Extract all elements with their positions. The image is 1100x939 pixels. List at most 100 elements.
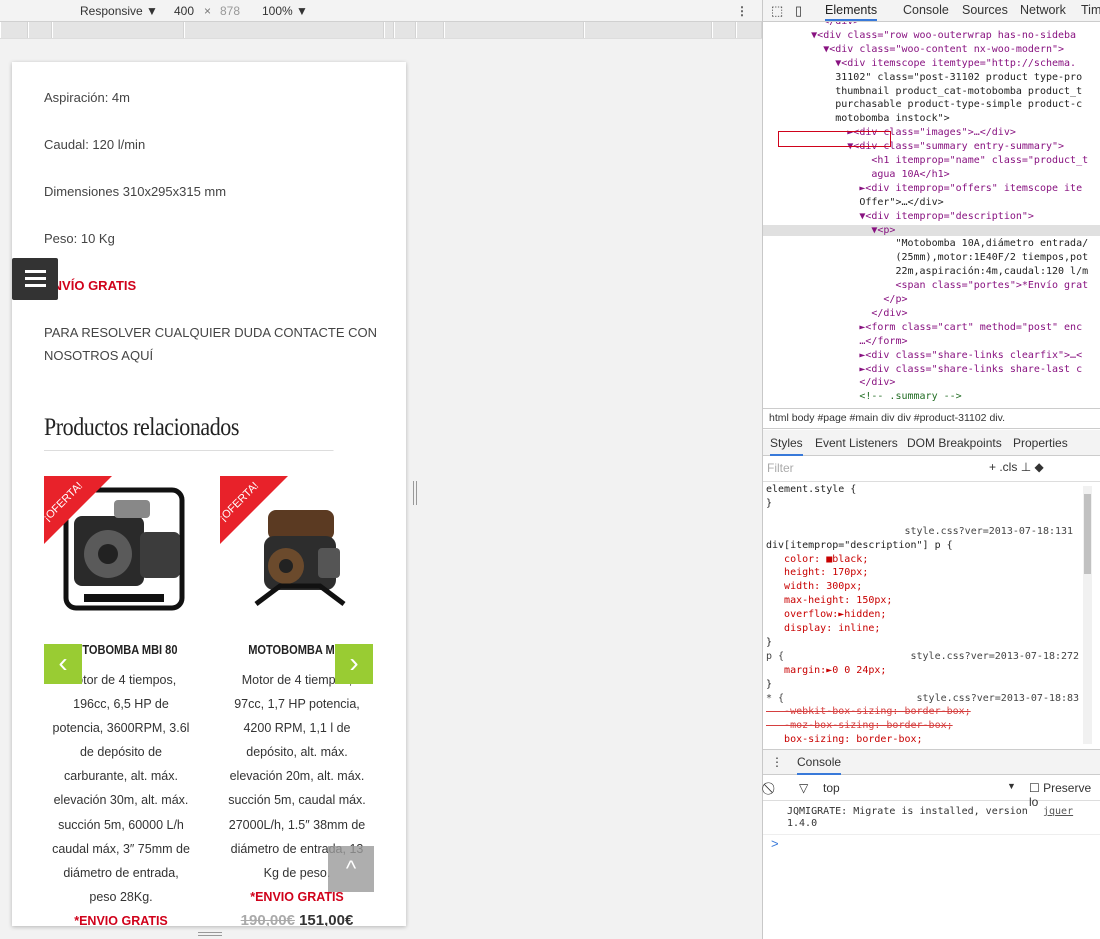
styles-filter[interactable]: Filter + .cls ⊥ ◆ [763, 456, 1100, 482]
drawer-menu-icon[interactable]: ⋮ [771, 755, 783, 769]
dom-node-line[interactable]: ▼<div class="woo-content nx-woo-modern"> [763, 44, 1100, 56]
dom-node-line[interactable]: agua 10A</h1> [763, 169, 1100, 181]
new-rule-and-cls[interactable]: + .cls [989, 460, 1017, 474]
dom-node-line[interactable]: </div> [763, 22, 1100, 28]
width-resize-handle[interactable] [413, 481, 417, 505]
css-rule-line[interactable]: -moz-box-sizing: border-box; [766, 720, 1081, 732]
tab-elements[interactable]: Elements [825, 3, 878, 21]
dom-node-line[interactable]: "Motobomba 10A,diámetro entrada/ [763, 238, 1100, 250]
tab-styles[interactable]: Styles [770, 436, 803, 456]
dom-node-line[interactable]: ►<div class="share-links share-last c [763, 364, 1100, 376]
desc-line: peso 28Kg. [89, 889, 153, 904]
dom-node-line[interactable]: …</form> [763, 336, 1100, 348]
css-rule-line[interactable]: display: inline; [766, 623, 1081, 635]
dom-node-line[interactable]: ▼<div class="row woo-outerwrap has-no-si… [763, 30, 1100, 42]
css-rule-line[interactable]: } [766, 637, 1081, 649]
dom-node-line[interactable]: ▼<div itemscope itemtype="http://schema. [763, 58, 1100, 70]
style-tools[interactable]: + .cls ⊥ ◆ [989, 460, 1044, 474]
filter-input[interactable]: Filter [767, 461, 794, 475]
offer-ribbon: ¡OFERTA! [220, 476, 288, 544]
css-rule-line[interactable]: -webkit-box-sizing: border-box; [766, 706, 1081, 718]
chevron-up-icon: ^ [345, 856, 357, 881]
zoom-dropdown[interactable]: 100% ▼ [262, 4, 308, 18]
pin-icon[interactable]: ⊥ [1021, 460, 1031, 474]
console-message-source[interactable]: jquer [1043, 806, 1073, 818]
height-input[interactable]: 878 [220, 4, 240, 18]
chevron-left-icon: ‹ [58, 647, 68, 678]
css-rule-line[interactable]: * { style.css?ver=2013-07-18:83 [766, 693, 1081, 705]
dom-node-line[interactable]: Offer">…</div> [763, 197, 1100, 209]
zoom-label: 100% [262, 4, 293, 18]
context-select[interactable]: top [823, 781, 840, 795]
dom-node-line[interactable]: motobomba instock"> [763, 113, 1100, 125]
css-rule-line[interactable]: } [766, 679, 1081, 691]
dom-node-line[interactable]: ►<div itemprop="offers" itemscope ite [763, 183, 1100, 195]
css-rule-line[interactable]: } [766, 498, 1081, 510]
context-dropdown-icon[interactable]: ▼ [1007, 781, 1016, 791]
filter-icon[interactable]: ▽ [799, 781, 808, 795]
css-rule-line[interactable]: max-height: 150px; [766, 595, 1081, 607]
dom-node-line[interactable]: ▼<p> [763, 224, 1100, 237]
spec-caudal: Caudal: 120 l/min [44, 137, 146, 152]
css-rule-line[interactable]: element.style { [766, 484, 1081, 496]
media-query-bar[interactable] [0, 22, 762, 39]
device-toggle-icon[interactable]: ▯ [795, 3, 802, 19]
dom-node-line[interactable]: purchasable product-type-simple product-… [763, 99, 1100, 111]
desc-line: potencia, 3600RPM, 3.6l [52, 721, 190, 736]
dom-node-line[interactable]: thumbnail product_cat-motobomba product_… [763, 86, 1100, 98]
height-resize-handle[interactable] [198, 932, 222, 936]
dom-node-line[interactable]: </div> [763, 308, 1100, 320]
contact-line-2[interactable]: NOSOTROS AQUÍ [44, 344, 153, 368]
dom-node-line[interactable]: <span class="portes">*Envío grat [763, 280, 1100, 292]
dom-node-line[interactable]: ►<form class="cart" method="post" enc [763, 322, 1100, 334]
styles-scrollbar[interactable] [1083, 486, 1092, 744]
carousel-next-button[interactable]: › [335, 644, 373, 684]
styles-pane[interactable]: element.style {} style.css?ver=2013-07-1… [763, 482, 1081, 748]
dom-node-line[interactable]: <!-- .summary --> [763, 391, 1100, 403]
inspect-icon[interactable]: ⬚ [771, 3, 783, 19]
dom-node-line[interactable]: </div> [763, 377, 1100, 389]
tab-timeline[interactable]: Tim [1081, 3, 1100, 17]
tab-console-drawer[interactable]: Console [797, 755, 842, 775]
dom-node-line[interactable]: ►<div class="share-links clearfix">…< [763, 350, 1100, 362]
css-rule-line[interactable]: style.css?ver=2013-07-18:131 [766, 526, 1081, 538]
device-page: Aspiración: 4m Caudal: 120 l/min Dimensi… [12, 62, 406, 926]
device-mode-dropdown[interactable]: Responsive ▼ [80, 4, 158, 18]
tab-network[interactable]: Network [1020, 3, 1066, 17]
console-toolbar: ⃠ ▽ top ▼ ☐ Preserve lo [763, 775, 1100, 809]
console-prompt[interactable]: > [771, 836, 779, 851]
css-rule-line[interactable]: height: 170px; [766, 567, 1081, 579]
css-rule-line[interactable]: box-sizing: border-box; [766, 734, 1081, 746]
desc-line: depósito, alt. máx. [246, 745, 348, 760]
contact-line-1: PARA RESOLVER CUALQUIER DUDA CONTACTE CO… [44, 325, 378, 340]
css-rule-line[interactable]: overflow:►hidden; [766, 609, 1081, 621]
tab-dom-breakpoints[interactable]: DOM Breakpoints [907, 436, 1002, 450]
css-rule-line[interactable]: margin:►0 0 24px; [766, 665, 1081, 677]
menu-button[interactable] [12, 258, 58, 300]
desc-line: de depósito de [79, 745, 162, 760]
carousel-prev-button[interactable]: ‹ [44, 644, 82, 684]
dom-node-line[interactable]: <h1 itemprop="name" class="product_t [763, 155, 1100, 167]
dom-node-line[interactable]: </p> [763, 294, 1100, 306]
css-rule-line[interactable]: width: 300px; [766, 581, 1081, 593]
css-rule-line[interactable]: p { style.css?ver=2013-07-18:272 [766, 651, 1081, 663]
css-rule-line[interactable]: color: ■black; [766, 554, 1081, 566]
breadcrumb[interactable]: html body #page #main div div #product-3… [763, 408, 1100, 429]
dom-node-line[interactable]: ▼<div itemprop="description"> [763, 211, 1100, 223]
color-format-icon[interactable]: ◆ [1034, 460, 1043, 474]
tab-sources[interactable]: Sources [962, 3, 1008, 17]
width-input[interactable]: 400 [174, 4, 194, 18]
tab-event-listeners[interactable]: Event Listeners [815, 436, 898, 450]
desc-line: caudal máx, 3″ 75mm de [52, 841, 190, 856]
desc-line: carburante, alt. máx. [64, 769, 178, 784]
dom-node-line[interactable]: 22m,aspiración:4m,caudal:120 l/m [763, 266, 1100, 278]
dom-node-line[interactable]: (25mm),motor:1E40F/2 tiempos,pot [763, 252, 1100, 264]
css-rule-line[interactable]: div[itemprop="description"] p { [766, 540, 1081, 552]
more-options-icon[interactable]: ⋮ [736, 4, 748, 18]
desc-line: 97cc, 1,7 HP potencia, [234, 697, 360, 712]
scroll-to-top-button[interactable]: ^ [328, 846, 374, 892]
dom-node-line[interactable]: 31102" class="post-31102 product type-pr… [763, 72, 1100, 84]
tab-properties[interactable]: Properties [1013, 436, 1068, 450]
tab-console[interactable]: Console [903, 3, 949, 17]
dom-tree[interactable]: </div> ▼<div class="row woo-outerwrap ha… [763, 22, 1100, 408]
